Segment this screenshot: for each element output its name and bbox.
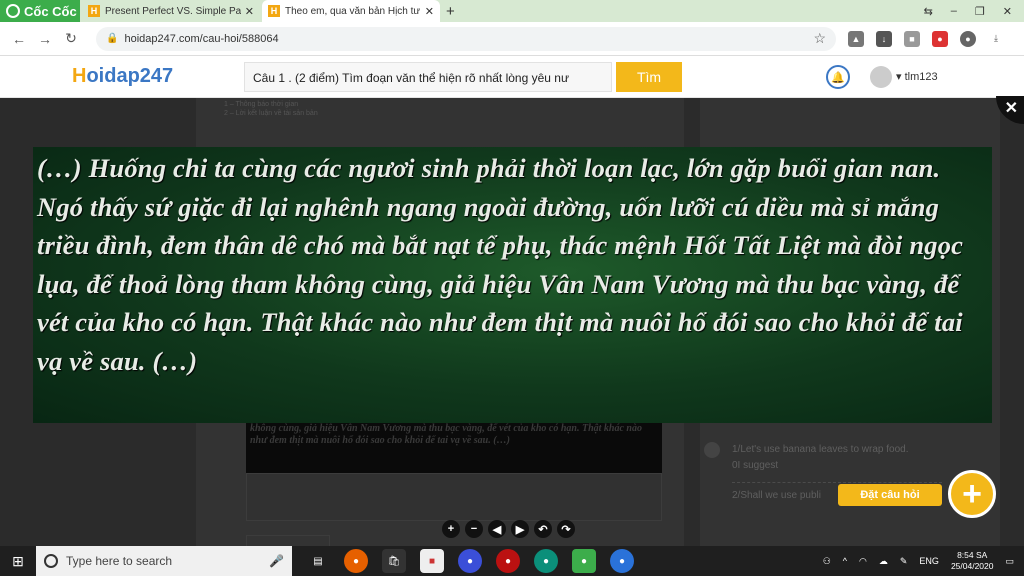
faded-line: 2 – Lời kết luận về tài sản bản	[224, 110, 318, 117]
username-text: tlm123	[904, 71, 938, 83]
lightbox-passage-text: (…) Huống chi ta cùng các ngươi sinh phả…	[37, 153, 964, 376]
recorder-icon[interactable]: ●	[534, 549, 558, 573]
logo-rest: oidap247	[86, 65, 174, 87]
browser-brand[interactable]: Cốc Cốc	[0, 0, 80, 22]
browser-tab[interactable]: H Present Perfect VS. Simple Pa ✕	[82, 0, 260, 22]
minimize-icon[interactable]: –	[951, 5, 957, 17]
window-close-icon[interactable]: ✕	[1003, 5, 1012, 18]
network-icon[interactable]: ◠	[859, 556, 867, 567]
url-text: hoidap247.com/cau-hoi/588064	[124, 32, 279, 45]
game-icon[interactable]: ●	[496, 549, 520, 573]
logo-first-letter: H	[72, 65, 87, 87]
search-button[interactable]: Tìm	[616, 62, 682, 92]
address-bar: ← → ↻ 🔒 hoidap247.com/cau-hoi/588064 ☆ ▲…	[0, 22, 1024, 56]
browser-tab-active[interactable]: H Theo em, qua văn bản Hịch tư ✕	[262, 0, 440, 22]
clock[interactable]: 8:54 SA 25/04/2020	[951, 550, 994, 572]
cortana-icon	[44, 554, 58, 568]
task-view-icon[interactable]: ▤	[306, 549, 330, 573]
faded-text: 1 – Thông báo thời gian 2 – Lời kết luận…	[224, 100, 318, 118]
zoom-out-icon[interactable]: −	[465, 520, 483, 538]
lightbox-toolbar: + − ◀ ▶ ↶ ↷	[442, 520, 575, 538]
zoom-in-icon[interactable]: +	[442, 520, 460, 538]
question-image-dimmed: không cùng, giả hiệu Vân Nam Vương mà th…	[246, 420, 662, 473]
previous-icon[interactable]: ◀	[488, 520, 506, 538]
tab-list-icon[interactable]: ⇆	[924, 5, 933, 18]
windows-taskbar: ⊞ Type here to search 🎤 ▤ ● 🛍 ■ ● ● ● ● …	[0, 546, 1024, 576]
lock-icon: 🔒	[106, 33, 119, 44]
rotate-left-icon[interactable]: ↶	[534, 520, 552, 538]
menu-download-icon[interactable]: ⤓	[988, 30, 1004, 47]
tray-chevron-icon[interactable]: ^	[843, 556, 847, 566]
site-header: Hoidap247 Câu 1 . (2 điểm) Tìm đoạn văn …	[0, 56, 1024, 98]
profile-icon[interactable]: ●	[960, 30, 976, 47]
system-tray: ⚇ ^ ◠ ☁ ✎ ENG 8:54 SA 25/04/2020 ▭	[823, 550, 1024, 572]
question-search-input[interactable]: Câu 1 . (2 điểm) Tìm đoạn văn thể hiện r…	[244, 62, 612, 92]
taskbar-search-input[interactable]: Type here to search 🎤	[36, 546, 292, 576]
extension-puzzle-icon[interactable]: ■	[904, 30, 920, 47]
hoidap-favicon-icon: H	[88, 5, 100, 17]
rotate-right-icon[interactable]: ↷	[557, 520, 575, 538]
extension-shield-icon[interactable]: ▲	[848, 30, 864, 47]
answer-line: 1/Let's use banana leaves to wrap food.	[732, 444, 909, 455]
clock-time: 8:54 SA	[957, 550, 988, 560]
taskbar-search-placeholder: Type here to search	[66, 554, 173, 568]
coccoc-logo-icon	[6, 4, 20, 18]
hoidap-favicon-icon: H	[268, 5, 280, 17]
coccoc-taskbar-icon[interactable]: ●	[572, 549, 596, 573]
divider	[732, 482, 942, 483]
app-icon[interactable]: ■	[420, 549, 444, 573]
download-icon[interactable]: ↓	[876, 30, 892, 47]
tab-close-icon[interactable]: ✕	[245, 5, 254, 18]
store-icon[interactable]: 🛍	[382, 549, 406, 573]
site-logo[interactable]: Hoidap247	[72, 65, 173, 88]
bookmark-star-icon[interactable]: ☆	[813, 30, 826, 47]
browser-brand-label: Cốc Cốc	[24, 3, 77, 19]
language-indicator[interactable]: ENG	[919, 556, 939, 566]
chrome-icon[interactable]: ●	[610, 549, 634, 573]
user-avatar-icon	[704, 442, 720, 458]
tab-title: Present Perfect VS. Simple Pa	[105, 5, 241, 17]
notification-bell-icon[interactable]: 🔔	[826, 65, 850, 89]
pen-icon[interactable]: ✎	[900, 556, 908, 567]
ask-question-button[interactable]: +	[948, 470, 996, 518]
tab-title: Theo em, qua văn bản Hịch tư	[285, 5, 421, 17]
microphone-icon[interactable]: 🎤	[269, 554, 284, 568]
image-lightbox: (…) Huống chi ta cùng các ngươi sinh phả…	[33, 147, 992, 423]
sidebar-answer-2: 2/Shall we use publi	[732, 490, 821, 501]
tab-close-icon[interactable]: ✕	[425, 5, 434, 18]
windows-start-icon[interactable]: ⊞	[0, 546, 36, 576]
restore-icon[interactable]: ❐	[975, 5, 985, 18]
ask-question-label[interactable]: Đặt câu hỏi	[838, 484, 942, 506]
back-icon[interactable]: ←	[8, 31, 30, 47]
browser-tab-strip: Cốc Cốc H Present Perfect VS. Simple Pa …	[0, 0, 1024, 22]
new-tab-icon[interactable]: +	[446, 0, 455, 22]
sidebar-answer-1: 1/Let's use banana leaves to wrap food. …	[732, 442, 908, 474]
people-icon[interactable]: ⚇	[823, 556, 831, 567]
onedrive-icon[interactable]: ☁	[879, 556, 888, 567]
username[interactable]: ▾ tlm123	[896, 70, 938, 83]
next-icon[interactable]: ▶	[511, 520, 529, 538]
reload-icon[interactable]: ↻	[60, 30, 82, 47]
firefox-icon[interactable]: ●	[344, 549, 368, 573]
avatar[interactable]	[870, 66, 892, 88]
messenger-icon[interactable]: ●	[458, 549, 482, 573]
answer-card-dimmed	[246, 473, 662, 521]
faded-line: 1 – Thông báo thời gian	[224, 101, 299, 108]
window-controls: ⇆ – ❐ ✕	[924, 0, 1024, 22]
clock-date: 25/04/2020	[950, 561, 994, 571]
url-field[interactable]: 🔒 hoidap247.com/cau-hoi/588064 ☆	[96, 26, 836, 51]
forward-icon[interactable]: →	[34, 31, 56, 47]
notifications-icon[interactable]: ▭	[1005, 556, 1014, 567]
extension-red-icon[interactable]: ●	[932, 30, 948, 47]
lightbox-close-icon[interactable]: ✕	[996, 96, 1024, 124]
answer-line: 0I suggest	[732, 460, 779, 471]
